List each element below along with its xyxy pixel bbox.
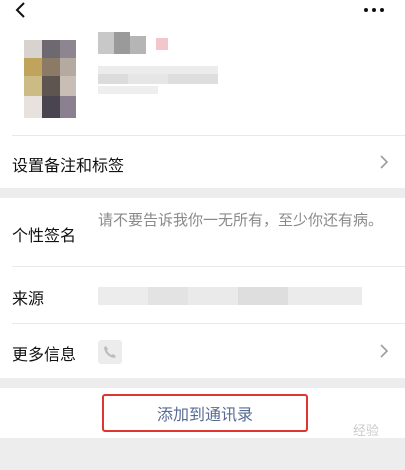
nickname-blurred	[98, 32, 178, 54]
signature-label: 个性签名	[12, 226, 77, 245]
add-contact-area: 添加到通讯录	[0, 388, 405, 438]
source-row: 来源	[0, 267, 405, 323]
chevron-left-icon	[15, 2, 25, 18]
remarks-tags-row[interactable]: 设置备注和标签	[0, 136, 405, 188]
more-info-label: 更多信息	[12, 345, 77, 364]
remarks-tags-label: 设置备注和标签	[12, 156, 125, 175]
signature-row: 个性签名 请不要告诉我你一无所有，至少你还有病。	[0, 198, 405, 266]
section-gap	[0, 188, 405, 198]
source-value-blurred	[98, 287, 362, 305]
more-info-row[interactable]: 更多信息	[0, 324, 405, 378]
watermark: 经验	[352, 424, 379, 439]
add-to-contacts-button[interactable]: 添加到通讯录	[102, 394, 308, 432]
chevron-right-icon	[380, 344, 389, 358]
account-id-blurred	[98, 62, 218, 96]
avatar[interactable]	[24, 40, 76, 118]
more-dots-icon	[364, 8, 368, 12]
signature-value: 请不要告诉我你一无所有，至少你还有病。	[98, 211, 384, 229]
phone-icon	[98, 340, 122, 364]
bottom-filler	[0, 438, 405, 470]
top-bar	[0, 0, 405, 22]
profile-header	[0, 22, 405, 135]
section-gap	[0, 378, 405, 388]
source-label: 来源	[12, 289, 45, 308]
more-button[interactable]	[361, 4, 387, 16]
chevron-right-icon	[380, 155, 389, 169]
back-button[interactable]	[10, 0, 32, 22]
